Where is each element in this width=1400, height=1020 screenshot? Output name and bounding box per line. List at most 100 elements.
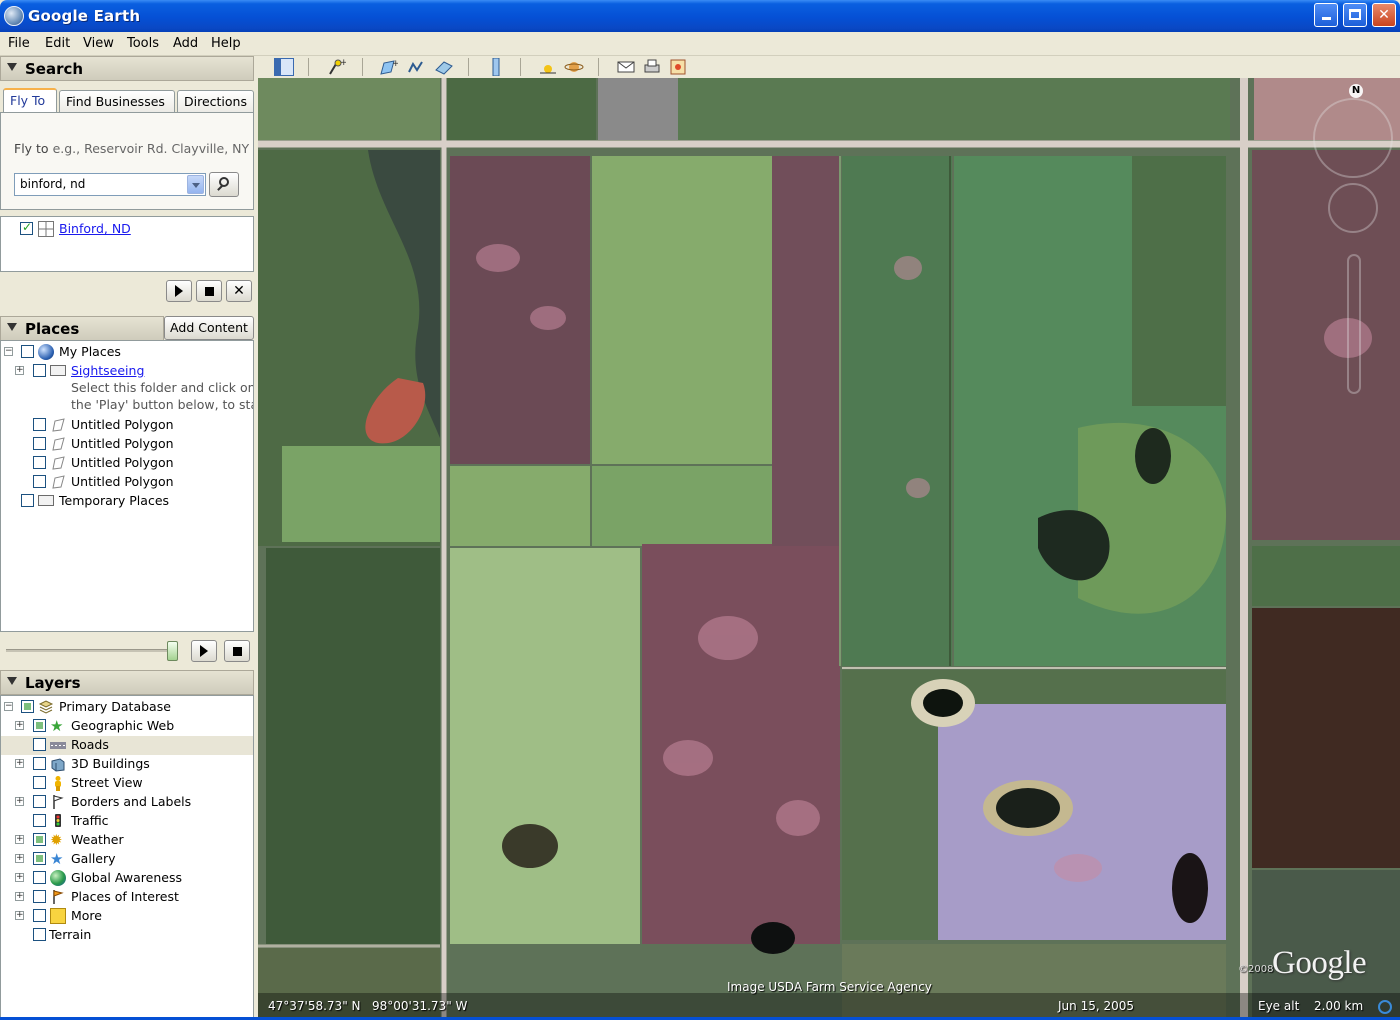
tree-item-polygon[interactable]: Untitled Polygon [1,416,253,435]
view-in-maps-icon[interactable] [668,58,688,76]
tab-fly-to[interactable]: Fly To [3,88,57,112]
satellite-imagery[interactable] [258,78,1400,1017]
menu-add[interactable]: Add [173,36,198,51]
menu-view[interactable]: View [83,36,114,51]
collapse-toggle[interactable]: − [4,702,13,711]
menu-edit[interactable]: Edit [45,36,70,51]
tree-item-polygon[interactable]: Untitled Polygon [1,473,253,492]
search-result-label[interactable]: Binford, ND [59,221,131,236]
layer-geographic-web[interactable]: + ★ Geographic Web [1,717,253,736]
tree-checkbox[interactable] [33,437,46,450]
layer-checkbox[interactable] [33,890,46,903]
tab-directions[interactable]: Directions [177,90,254,112]
expand-toggle[interactable]: + [15,835,24,844]
tree-checkbox[interactable] [21,345,34,358]
layer-terrain[interactable]: Terrain [1,926,253,945]
tree-checkbox[interactable] [33,364,46,377]
close-button[interactable]: ✕ [1372,3,1396,27]
collapse-toggle[interactable]: − [4,347,13,356]
slider-track[interactable] [6,649,172,652]
layer-traffic[interactable]: Traffic [1,812,253,831]
layer-primary-database[interactable]: − Primary Database [1,698,253,717]
expand-toggle[interactable]: + [15,873,24,882]
expand-toggle[interactable]: + [15,366,24,375]
layer-places-of-interest[interactable]: + Places of Interest [1,888,253,907]
minimize-icon [1321,17,1331,20]
maximize-button[interactable] [1343,3,1367,27]
sunlight-icon[interactable] [538,58,558,76]
clear-search-button[interactable]: ✕ [226,280,252,302]
layer-checkbox[interactable] [33,795,46,808]
layer-global-awareness[interactable]: + Global Awareness [1,869,253,888]
layer-checkbox[interactable] [33,757,46,770]
ruler-icon[interactable] [486,57,506,77]
polygon-add-icon[interactable]: + [378,58,400,76]
sidebar-toggle-icon[interactable] [274,58,294,76]
result-checkbox[interactable] [20,220,33,235]
places-panel-header[interactable]: Places [0,316,164,341]
dropdown-arrow-icon[interactable] [187,175,204,194]
menu-tools[interactable]: Tools [127,36,159,51]
stop-places-button[interactable] [224,640,250,662]
tree-checkbox[interactable] [33,456,46,469]
image-overlay-icon[interactable] [434,58,454,76]
add-content-button[interactable]: Add Content [164,316,254,340]
email-icon[interactable] [616,58,636,76]
planet-icon[interactable] [564,58,584,76]
placemark-add-icon[interactable]: + [326,58,348,76]
layer-checkbox[interactable] [33,928,46,941]
move-joystick[interactable] [1328,183,1378,233]
search-result-item[interactable]: Binford, ND [5,220,245,239]
layer-checkbox[interactable] [33,719,46,732]
tree-checkbox[interactable] [33,475,46,488]
path-add-icon[interactable] [406,58,426,76]
tree-item-description: the 'Play' button below, to start [1,396,253,415]
compass-north-label[interactable]: N [1349,84,1363,98]
tree-item-polygon[interactable]: Untitled Polygon [1,454,253,473]
layer-more[interactable]: + More [1,907,253,926]
play-tour-button[interactable] [166,280,192,302]
menu-help[interactable]: Help [211,36,241,51]
search-input[interactable]: binford, nd [14,173,206,196]
look-joystick[interactable] [1313,98,1393,178]
tree-checkbox[interactable] [21,494,34,507]
menu-file[interactable]: File [8,36,30,51]
play-places-button[interactable] [191,640,217,662]
tree-item-label[interactable]: Sightseeing [71,363,144,378]
map-view[interactable]: N Image USDA Farm Service Agency Google … [258,78,1400,1017]
layer-borders-labels[interactable]: + Borders and Labels [1,793,253,812]
layer-checkbox[interactable] [33,909,46,922]
print-icon[interactable] [642,58,662,76]
expand-toggle[interactable]: + [15,911,24,920]
expand-toggle[interactable]: + [15,721,24,730]
layer-checkbox[interactable] [33,738,46,751]
layer-checkbox[interactable] [33,871,46,884]
slider-thumb[interactable] [167,641,178,661]
layer-checkbox[interactable] [33,852,46,865]
zoom-slider[interactable] [1347,254,1361,394]
layer-roads[interactable]: Roads [1,736,253,755]
stop-tour-button[interactable] [196,280,222,302]
layer-checkbox[interactable] [21,700,34,713]
layers-panel-header[interactable]: Layers [0,670,254,695]
search-panel-header[interactable]: Search [0,56,254,81]
layer-checkbox[interactable] [33,833,46,846]
layer-weather[interactable]: + ✹ Weather [1,831,253,850]
tree-item-polygon[interactable]: Untitled Polygon [1,435,253,454]
polygon-icon [50,417,66,433]
expand-toggle[interactable]: + [15,759,24,768]
tab-find-businesses[interactable]: Find Businesses [59,90,175,112]
layer-street-view[interactable]: Street View [1,774,253,793]
layer-checkbox[interactable] [33,814,46,827]
tree-item-temporary-places[interactable]: Temporary Places [1,492,253,511]
expand-toggle[interactable]: + [15,892,24,901]
expand-toggle[interactable]: + [15,797,24,806]
search-button[interactable] [209,172,239,197]
tree-checkbox[interactable] [33,418,46,431]
minimize-button[interactable] [1314,3,1338,27]
expand-toggle[interactable]: + [15,854,24,863]
layer-checkbox[interactable] [33,776,46,789]
tree-item-my-places[interactable]: − My Places [1,343,253,362]
layer-3d-buildings[interactable]: + 3D Buildings [1,755,253,774]
layer-gallery[interactable]: + ★ Gallery [1,850,253,869]
